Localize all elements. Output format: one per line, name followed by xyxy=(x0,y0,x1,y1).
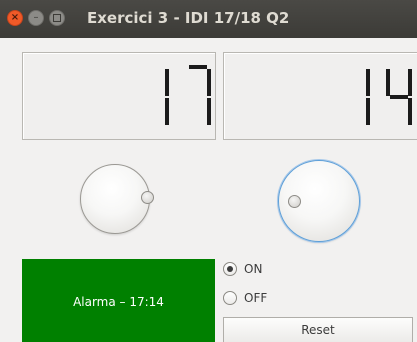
reset-button[interactable]: Reset xyxy=(223,317,413,342)
lcd-segment xyxy=(390,95,408,99)
alarm-panel: Alarma – 17:14 xyxy=(22,259,215,342)
radio-on-indicator[interactable] xyxy=(223,262,237,276)
lcd-segment xyxy=(165,69,169,96)
minutes-dial-handle[interactable] xyxy=(288,195,301,208)
lcd-minutes: 14 xyxy=(223,52,417,140)
radio-off-label: OFF xyxy=(244,291,268,305)
radio-off[interactable]: OFF xyxy=(223,291,267,305)
lcd-segment xyxy=(408,98,412,125)
hours-dial[interactable] xyxy=(80,164,154,234)
radio-on-label: ON xyxy=(244,262,263,276)
title-bar: × – Exercici 3 - IDI 17/18 Q2 xyxy=(0,0,417,38)
minimize-icon[interactable]: – xyxy=(28,10,44,26)
minutes-dial[interactable] xyxy=(278,160,360,242)
lcd-hours-digits xyxy=(165,65,211,125)
alarm-label: Alarma – 17:14 xyxy=(73,295,164,309)
radio-on[interactable]: ON xyxy=(223,262,262,276)
hours-dial-handle[interactable] xyxy=(141,191,154,204)
lcd-hours: 17 xyxy=(22,52,216,140)
lcd-segment xyxy=(366,69,370,96)
lcd-segment xyxy=(366,98,370,125)
radio-off-indicator[interactable] xyxy=(223,291,237,305)
lcd-segment xyxy=(207,98,211,125)
window-title: Exercici 3 - IDI 17/18 Q2 xyxy=(87,9,290,27)
lcd-segment xyxy=(207,69,211,96)
close-icon[interactable]: × xyxy=(7,10,23,26)
lcd-segment xyxy=(408,69,412,96)
lcd-segment xyxy=(165,98,169,125)
lcd-minutes-digits xyxy=(366,69,412,125)
maximize-icon[interactable] xyxy=(49,10,65,26)
lcd-segment xyxy=(386,69,390,96)
radio-selected-dot xyxy=(227,266,233,272)
lcd-segment xyxy=(189,65,207,69)
